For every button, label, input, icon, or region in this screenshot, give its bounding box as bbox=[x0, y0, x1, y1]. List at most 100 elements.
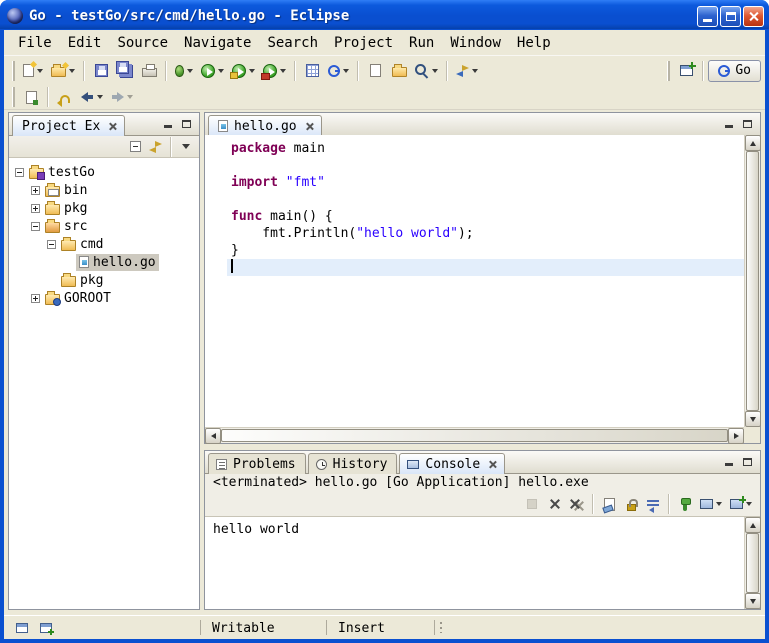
close-tab-icon[interactable] bbox=[305, 122, 314, 131]
editor-body[interactable]: package mainimport "fmt"func main() { fm… bbox=[205, 135, 760, 443]
tab-console[interactable]: Console bbox=[399, 453, 505, 474]
back-button[interactable] bbox=[77, 85, 107, 109]
minimize-view-button[interactable] bbox=[720, 116, 737, 131]
trim-stack-button[interactable] bbox=[34, 617, 58, 638]
scroll-left-button[interactable] bbox=[205, 428, 221, 444]
toolbar-grip[interactable] bbox=[12, 61, 15, 81]
debug-button[interactable] bbox=[171, 59, 197, 83]
scroll-lock-button[interactable] bbox=[620, 493, 642, 515]
tree-item-cmd[interactable]: cmd bbox=[9, 235, 199, 253]
toolbar-grip[interactable] bbox=[12, 87, 15, 107]
pin-console-button[interactable] bbox=[674, 493, 696, 515]
goclipse-button[interactable] bbox=[324, 59, 353, 83]
word-wrap-button[interactable] bbox=[642, 493, 664, 515]
menu-item-file[interactable]: File bbox=[10, 33, 60, 53]
tree-item-hello-go[interactable]: hello.go bbox=[9, 253, 199, 271]
dropdown-arrow-icon bbox=[69, 69, 75, 73]
minimize-view-button[interactable] bbox=[720, 454, 737, 469]
save-all-button[interactable] bbox=[113, 59, 137, 83]
tree-item-pkg[interactable]: pkg bbox=[9, 271, 199, 289]
menu-item-window[interactable]: Window bbox=[442, 33, 509, 53]
minimize-window-button[interactable] bbox=[697, 6, 718, 27]
go-perspective-button[interactable]: Go bbox=[708, 60, 761, 82]
tree-item-label: GOROOT bbox=[64, 291, 111, 306]
tree-expander-icon[interactable] bbox=[31, 204, 40, 213]
display-console-button[interactable] bbox=[696, 493, 726, 515]
new-wizard-button[interactable] bbox=[19, 59, 47, 83]
menu-item-source[interactable]: Source bbox=[109, 33, 176, 53]
project-explorer-panel: Project Ex testGobinpkgsrccmdhello.gopkg… bbox=[8, 112, 200, 610]
fast-view-button[interactable] bbox=[10, 617, 34, 638]
scroll-down-button[interactable] bbox=[745, 411, 761, 427]
maximize-window-button[interactable] bbox=[720, 6, 741, 27]
maximize-view-button[interactable] bbox=[178, 116, 195, 131]
clear-console-button[interactable] bbox=[598, 493, 620, 515]
close-tab-icon[interactable] bbox=[488, 460, 497, 469]
menu-item-edit[interactable]: Edit bbox=[60, 33, 110, 53]
tree-expander-icon[interactable] bbox=[31, 222, 40, 231]
toolbar-grip[interactable] bbox=[667, 61, 670, 81]
run-button[interactable] bbox=[197, 59, 228, 83]
titlebar[interactable]: Go - testGo/src/cmd/hello.go - Eclipse bbox=[0, 0, 769, 29]
tab-history[interactable]: History bbox=[308, 453, 398, 474]
editor-hscrollbar[interactable] bbox=[205, 427, 744, 443]
tab-hello-go[interactable]: hello.go bbox=[208, 115, 322, 136]
collapse-all-button[interactable] bbox=[125, 137, 145, 157]
run-last-button[interactable] bbox=[228, 59, 259, 83]
external-tools-button[interactable] bbox=[259, 59, 290, 83]
open-resource-button[interactable] bbox=[363, 59, 387, 83]
close-tab-icon[interactable] bbox=[108, 122, 117, 131]
tree-item-pkg[interactable]: pkg bbox=[9, 199, 199, 217]
view-menu-button[interactable] bbox=[176, 137, 196, 157]
tree-item-content: cmd bbox=[60, 236, 106, 253]
team-sync-button[interactable] bbox=[452, 59, 482, 83]
menu-item-help[interactable]: Help bbox=[509, 33, 559, 53]
tree-expander-icon[interactable] bbox=[31, 186, 40, 195]
folder-bin-icon bbox=[45, 186, 60, 197]
menu-item-navigate[interactable]: Navigate bbox=[176, 33, 259, 53]
maximize-view-button[interactable] bbox=[739, 116, 756, 131]
open-folder-button[interactable] bbox=[387, 59, 411, 83]
open-perspective-button[interactable] bbox=[674, 59, 698, 83]
tree-expander-icon[interactable] bbox=[31, 294, 40, 303]
tree-item-bin[interactable]: bin bbox=[9, 181, 199, 199]
tree-item-src[interactable]: src bbox=[9, 217, 199, 235]
tree-item-goroot[interactable]: GOROOT bbox=[9, 289, 199, 307]
scroll-thumb[interactable] bbox=[746, 151, 759, 411]
link-with-editor-button[interactable] bbox=[145, 137, 166, 157]
minimize-view-button[interactable] bbox=[159, 116, 176, 131]
menu-item-search[interactable]: Search bbox=[259, 33, 326, 53]
maximize-view-button[interactable] bbox=[739, 454, 756, 469]
scroll-up-button[interactable] bbox=[745, 135, 761, 151]
scroll-down-button[interactable] bbox=[745, 593, 761, 609]
search-button[interactable] bbox=[411, 59, 442, 83]
open-console-button[interactable] bbox=[726, 493, 756, 515]
remove-launch-button[interactable] bbox=[543, 493, 565, 515]
tree-expander-icon[interactable] bbox=[15, 168, 24, 177]
menu-item-project[interactable]: Project bbox=[326, 33, 401, 53]
tree-item-testgo[interactable]: testGo bbox=[9, 163, 199, 181]
console-vscrollbar[interactable] bbox=[744, 517, 760, 609]
last-edit-location-button[interactable] bbox=[53, 85, 77, 109]
new-go-app-button[interactable] bbox=[300, 59, 324, 83]
go-perspective-icon bbox=[718, 65, 730, 77]
save-button[interactable] bbox=[89, 59, 113, 83]
close-window-button[interactable] bbox=[743, 6, 764, 27]
new-folder-button[interactable] bbox=[47, 59, 79, 83]
scroll-right-button[interactable] bbox=[728, 428, 744, 444]
code-area[interactable]: package mainimport "fmt"func main() { fm… bbox=[227, 135, 744, 427]
pin-editor-button[interactable] bbox=[19, 85, 43, 109]
tree-item-label: pkg bbox=[80, 273, 103, 288]
main-toolbar: Go bbox=[4, 55, 765, 85]
scroll-up-button[interactable] bbox=[745, 517, 761, 533]
editor-vscrollbar[interactable] bbox=[744, 135, 760, 427]
scroll-thumb[interactable] bbox=[746, 533, 759, 593]
tab-problems[interactable]: Problems bbox=[208, 453, 306, 474]
print-button[interactable] bbox=[137, 59, 161, 83]
remove-all-launches-button[interactable] bbox=[565, 493, 588, 515]
tree-expander-icon[interactable] bbox=[47, 240, 56, 249]
menu-item-run[interactable]: Run bbox=[401, 33, 442, 53]
scroll-thumb[interactable] bbox=[221, 429, 728, 442]
console-output[interactable]: hello world bbox=[205, 516, 760, 609]
tab-project-explorer[interactable]: Project Ex bbox=[12, 115, 125, 136]
